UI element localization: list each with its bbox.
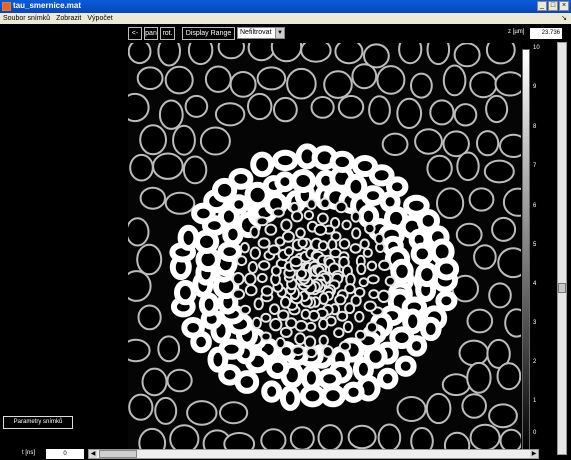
menu-bar: Soubor snímků Zobrazit Výpočet ↘	[0, 13, 571, 24]
display-range-button[interactable]: Display Range	[182, 27, 235, 40]
colorbar-tick: 2	[533, 359, 537, 365]
z-label: z [µm]	[508, 29, 525, 35]
colorbar-tick: 9	[533, 84, 537, 90]
z-input[interactable]: 23.736	[530, 28, 562, 39]
title-bar: tau_smernice.mat _ □ ×	[0, 0, 571, 13]
menu-soubor[interactable]: Soubor snímků	[0, 15, 53, 22]
menu-zobrazit[interactable]: Zobrazit	[53, 15, 84, 22]
cell-network-graphic	[128, 43, 521, 457]
t-slider[interactable]: ◀ ▶	[88, 449, 539, 459]
colorbar-tick: 1	[533, 398, 537, 404]
colorbar-tick: 4	[533, 281, 537, 287]
back-button[interactable]: <-	[128, 27, 142, 40]
colorbar-tick: 3	[533, 320, 537, 326]
matlab-icon	[2, 2, 11, 11]
filter-select-value: Nefiltrovat	[240, 29, 272, 36]
microscopy-image[interactable]	[128, 43, 521, 457]
t-input[interactable]: 0	[46, 449, 84, 459]
z-slider[interactable]	[557, 42, 567, 455]
colorbar-tick: 7	[533, 163, 537, 169]
colorbar	[522, 49, 530, 455]
left-arrow-icon[interactable]: ◀	[89, 450, 97, 458]
right-arrow-icon[interactable]: ▶	[530, 450, 538, 458]
t-label: t [ns]	[22, 450, 36, 456]
filter-select[interactable]: Nefiltrovat ▼	[237, 27, 285, 39]
figure-canvas: <- pan rot. Display Range Nefiltrovat ▼ …	[0, 24, 571, 460]
window-title: tau_smernice.mat	[13, 1, 82, 10]
minimize-button[interactable]: _	[537, 1, 547, 11]
chevron-down-icon[interactable]: ▼	[275, 28, 284, 38]
maximize-button[interactable]: □	[548, 1, 558, 11]
colorbar-tick: 10	[533, 45, 540, 51]
close-button[interactable]: ×	[559, 1, 569, 11]
z-slider-thumb[interactable]	[558, 283, 566, 293]
colorbar-tick: 6	[533, 203, 537, 209]
rotate-button[interactable]: rot.	[160, 27, 175, 40]
t-slider-thumb[interactable]	[99, 450, 137, 458]
image-parameters-button[interactable]: Parametry snímků	[3, 416, 73, 429]
pan-button[interactable]: pan	[144, 27, 158, 40]
colorbar-tick: 8	[533, 124, 537, 130]
menu-vypocet[interactable]: Výpočet	[84, 15, 115, 22]
dock-arrow-icon[interactable]: ↘	[561, 14, 567, 22]
colorbar-tick: 5	[533, 242, 537, 248]
colorbar-tick: 0	[533, 430, 537, 436]
